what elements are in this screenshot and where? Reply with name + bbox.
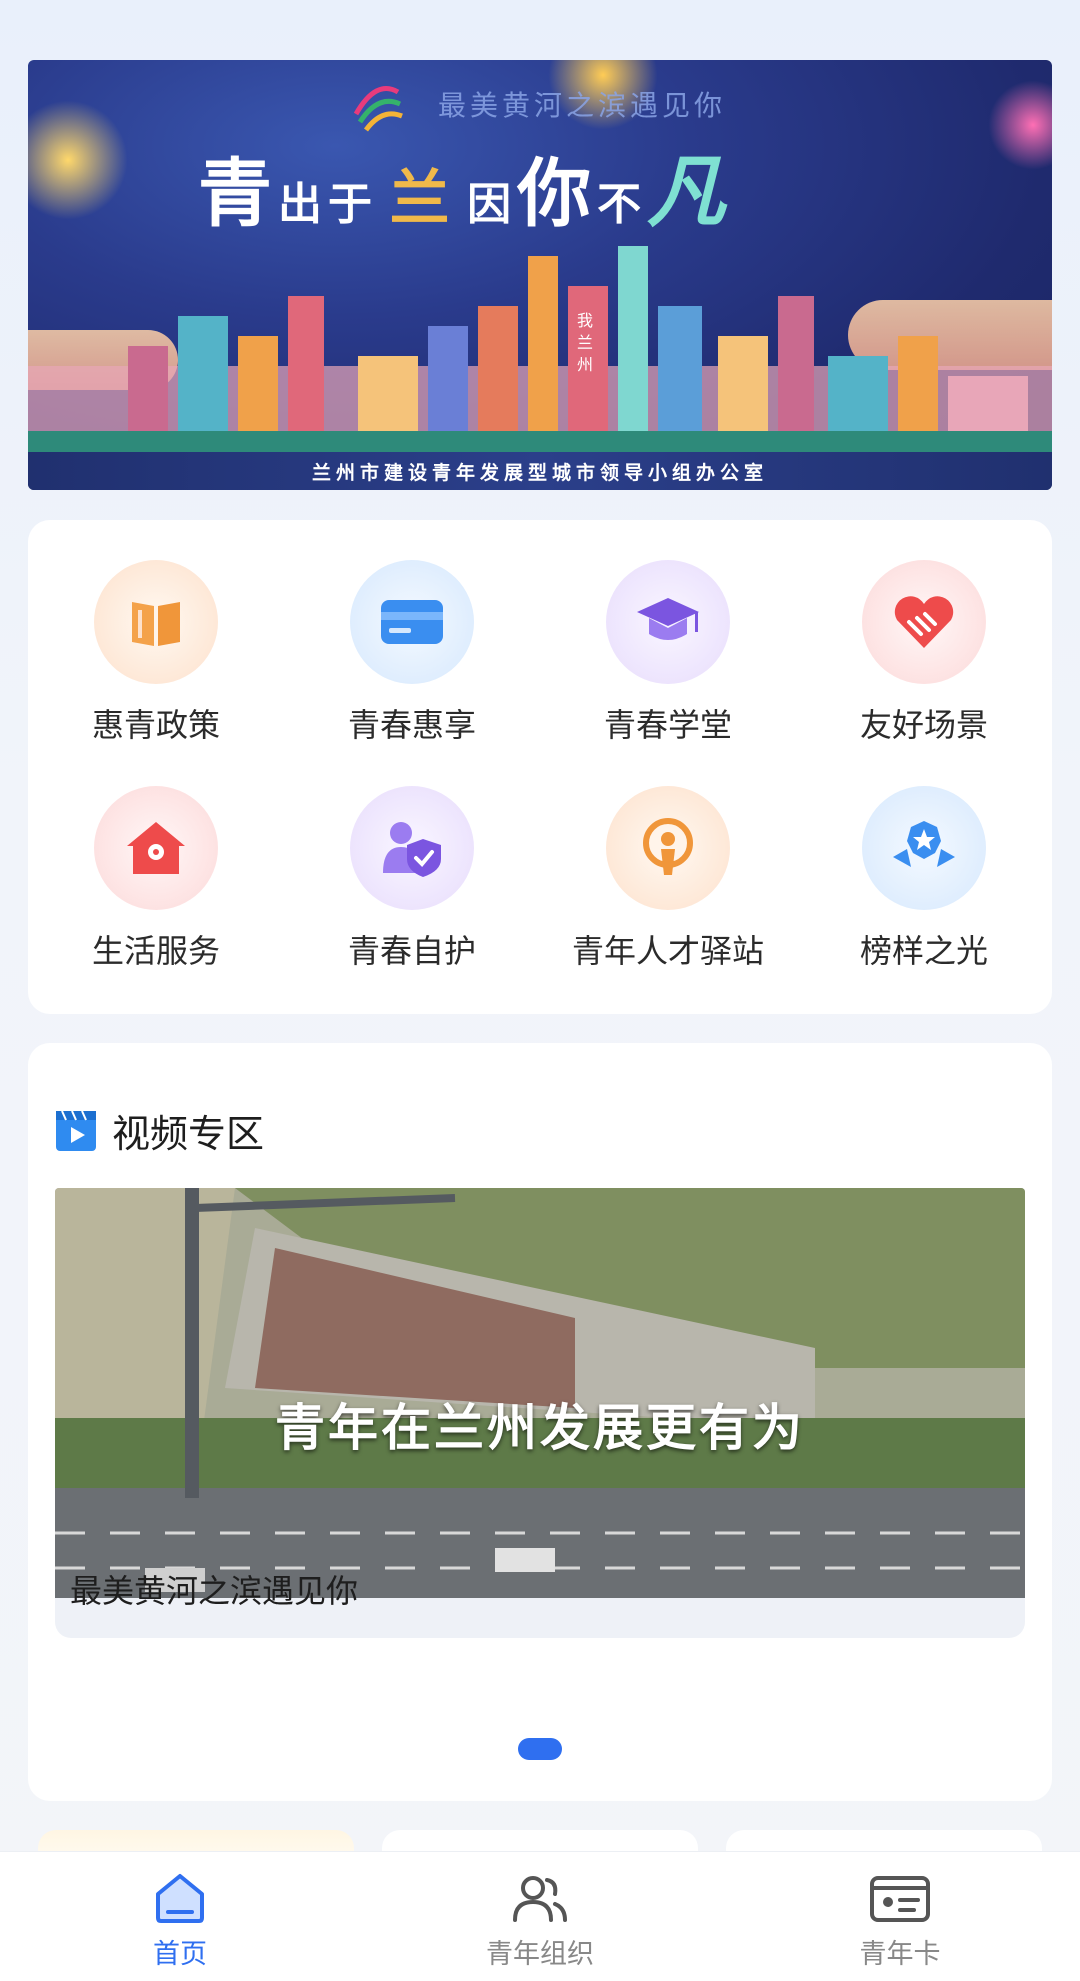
service-benefits[interactable]: 青春惠享 [284, 560, 540, 786]
services-card: 惠青政策 青春惠享 青春学堂 友好场景 生活服务 青春自护 青年人才驿站 榜样之… [28, 520, 1052, 1014]
firework-decoration [28, 100, 128, 220]
banner-footer: 兰州市建设青年发展型城市领导小组办公室 [28, 452, 1052, 490]
service-policy[interactable]: 惠青政策 [28, 560, 284, 786]
service-label: 青春惠享 [347, 706, 476, 744]
people-icon [513, 1876, 567, 1922]
star-ribbon-icon [862, 786, 986, 910]
service-label: 青春自护 [347, 932, 476, 970]
city-skyline-illustration [28, 246, 1052, 456]
video-caption: 最美黄河之滨遇见你 [70, 1572, 359, 1610]
service-label: 青年人才驿站 [571, 932, 764, 970]
banner-tagline: 最美黄河之滨遇见你 [438, 89, 727, 122]
service-label: 榜样之光 [859, 932, 988, 970]
video-card-item[interactable]: 青年在兰州发展更有为 最美黄河之滨遇见你 [55, 1188, 1025, 1638]
service-self-protect[interactable]: 青春自护 [284, 786, 540, 1012]
heart-handshake-icon [862, 560, 986, 684]
tab-label: 青年卡 [859, 1939, 941, 1970]
user-shield-icon [350, 786, 474, 910]
card-icon [350, 560, 474, 684]
video-section-header: 视频专区 [54, 1103, 264, 1158]
id-card-icon [870, 1876, 930, 1922]
book-icon [94, 560, 218, 684]
services-grid: 惠青政策 青春惠享 青春学堂 友好场景 生活服务 青春自护 青年人才驿站 榜样之… [28, 520, 1052, 1014]
tab-label: 首页 [153, 1939, 207, 1970]
video-section-title: 视频专区 [112, 1112, 265, 1156]
home-location-icon [94, 786, 218, 910]
tab-youth-organization[interactable]: 青年组织 [360, 1852, 720, 1981]
video-play-icon [56, 1110, 96, 1151]
tab-youth-card[interactable]: 青年卡 [720, 1852, 1080, 1981]
service-label: 惠青政策 [91, 706, 220, 744]
service-school[interactable]: 青春学堂 [540, 560, 796, 786]
banner-headline: 青出于 兰 因你不凡 [198, 147, 732, 238]
bottom-tab-bar: 首页 青年组织 青年卡 [0, 1851, 1080, 1981]
service-label: 青春学堂 [603, 706, 732, 744]
service-label: 友好场景 [859, 706, 988, 744]
building-text: 我 兰 州 [576, 311, 593, 374]
home-icon [156, 1874, 204, 1923]
firework-decoration [988, 80, 1052, 170]
service-role-model[interactable]: 榜样之光 [796, 786, 1052, 1012]
video-section: 视频专区 青年在兰州发展更有为 最美黄河之滨遇见你 [28, 1043, 1052, 1801]
tab-label: 青年组织 [486, 1939, 594, 1970]
tab-home[interactable]: 首页 [0, 1852, 360, 1981]
carousel-page-indicator[interactable] [518, 1738, 562, 1760]
graduation-cap-icon [606, 560, 730, 684]
service-talent-station[interactable]: 青年人才驿站 [540, 786, 796, 1012]
service-life[interactable]: 生活服务 [28, 786, 284, 1012]
video-overlay-text: 青年在兰州发展更有为 [275, 1399, 805, 1457]
hero-banner[interactable]: 最美黄河之滨遇见你 青出于 兰 因你不凡 我 兰 州 兰州市建设青年发展型城市领… [28, 60, 1052, 490]
service-friendly-scene[interactable]: 友好场景 [796, 560, 1052, 786]
talent-badge-icon [606, 786, 730, 910]
service-label: 生活服务 [91, 932, 220, 970]
youth-logo [353, 86, 403, 132]
